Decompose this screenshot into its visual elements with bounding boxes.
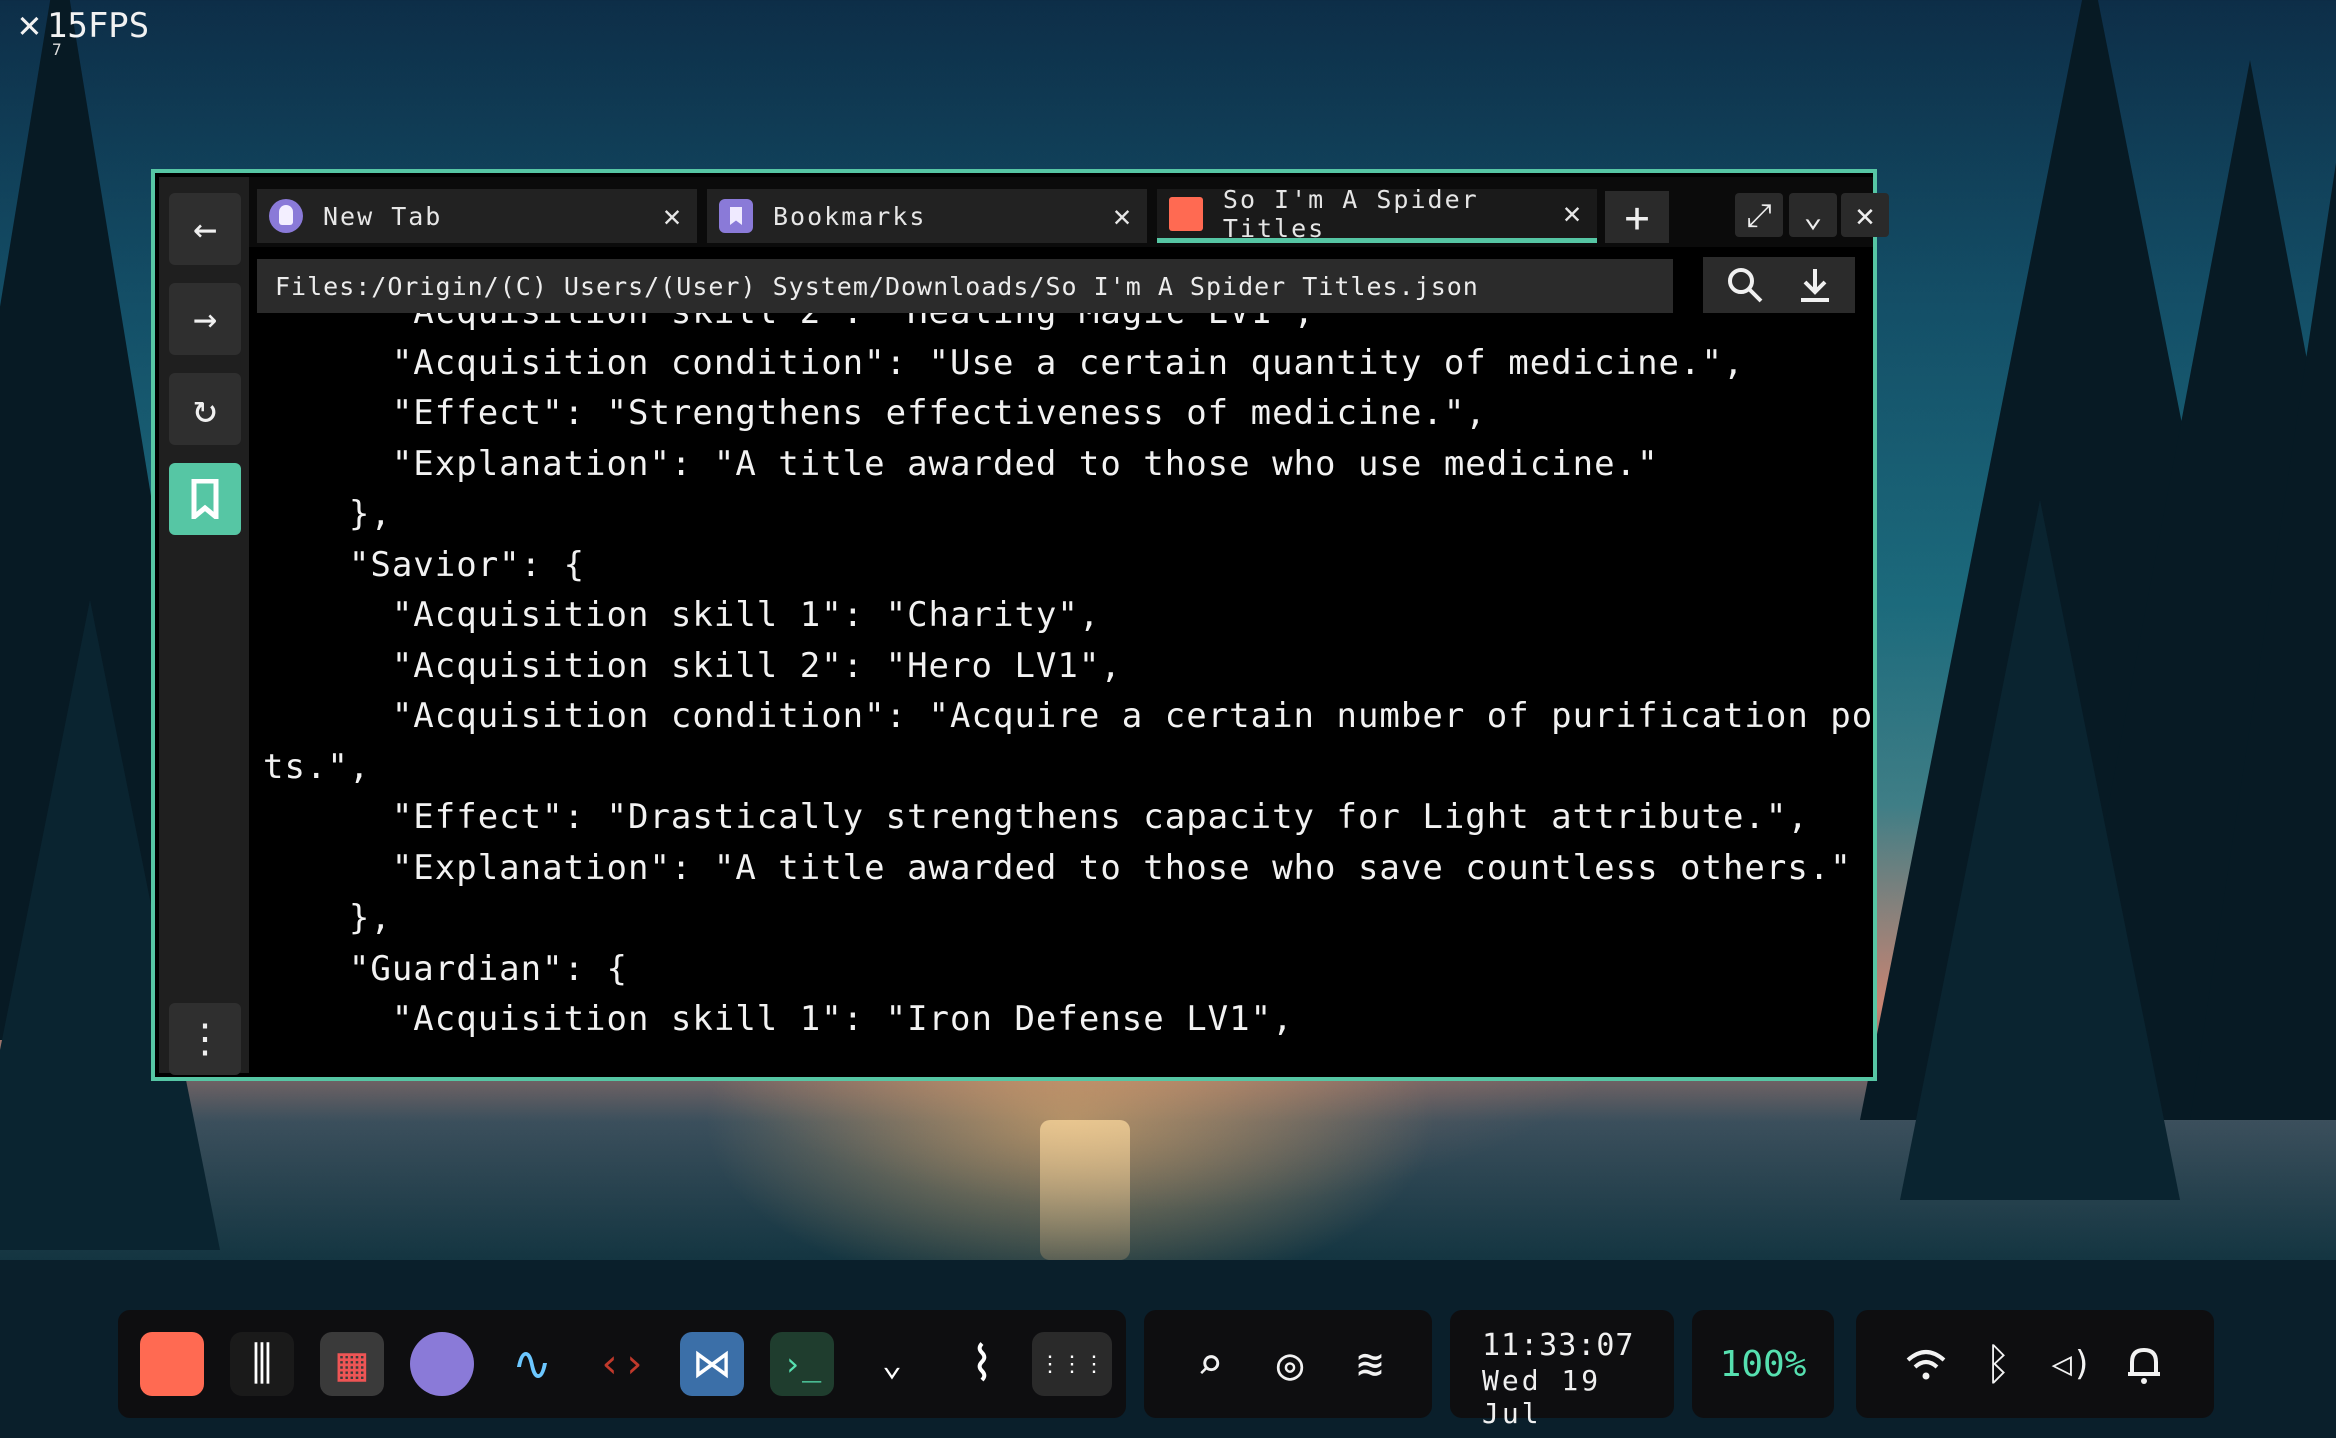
maximize-icon: ⤢: [1746, 195, 1772, 234]
plus-icon: +: [1624, 192, 1650, 242]
content-line: "Effect": "Strengthens effectiveness of …: [263, 393, 1487, 433]
share-icon[interactable]: ⋈: [680, 1332, 744, 1396]
pulse-icon[interactable]: ⌇: [950, 1332, 1014, 1396]
bookmark-button[interactable]: [169, 463, 241, 535]
more-vertical-icon: ⋮: [185, 1016, 225, 1062]
content-line: ts.",: [263, 746, 371, 787]
battery-level: 100%: [1719, 1343, 1807, 1385]
tab-label: New Tab: [323, 201, 443, 231]
bluetooth-icon[interactable]: ᛒ: [1968, 1334, 2028, 1394]
terminal-icon[interactable]: ›_: [770, 1332, 834, 1396]
bookmark-icon: [719, 199, 753, 233]
more-button[interactable]: ⋮: [169, 1003, 241, 1075]
clock-date: Wed 19 Jul: [1482, 1364, 1602, 1430]
tab-label: So I'm A Spider Titles: [1222, 184, 1479, 243]
code-icon[interactable]: ‹›: [590, 1332, 654, 1396]
sidebar: ← → ↻ ⋮: [159, 177, 249, 1075]
dock: ⫼ ▦ ∿ ‹› ⋈ ›_ ⌄ ⌇ ⋮⋮⋮: [118, 1310, 1126, 1418]
content-line: },: [263, 494, 392, 534]
content-line: "Guardian": {: [263, 948, 628, 989]
content-line: "Acquisition skill 2": "Hero LV1",: [263, 645, 1122, 686]
search-icon[interactable]: ⌕: [1180, 1334, 1240, 1394]
back-button[interactable]: ←: [169, 193, 241, 265]
content-line: "Acquisition condition": "Acquire a cert…: [263, 696, 1873, 736]
tab-so-im-a-spider-titles[interactable]: So I'm A Spider Titles ✕: [1157, 185, 1597, 243]
system-tray: ᛒ ◁): [1856, 1310, 2214, 1418]
content-line: },: [263, 898, 392, 938]
files-icon[interactable]: [140, 1332, 204, 1396]
file-icon: [1169, 196, 1203, 231]
calculator-icon[interactable]: ▦: [320, 1332, 384, 1396]
close-icon[interactable]: ✕: [1563, 196, 1583, 231]
battery-panel[interactable]: 100%: [1692, 1310, 1834, 1418]
close-icon[interactable]: ✕: [18, 2, 41, 46]
content-line: "Explanation": "A title awarded to those…: [263, 847, 1852, 888]
bell-icon[interactable]: [2114, 1334, 2174, 1394]
arrow-right-icon: →: [192, 296, 218, 342]
content-lines: "Acquisition skill 2": "Healing Magic LV…: [263, 313, 1873, 1045]
reload-button[interactable]: ↻: [169, 373, 241, 445]
clock-time: 11:33:07: [1482, 1328, 1635, 1363]
purple-app-icon[interactable]: [410, 1332, 474, 1396]
bookmark-icon: [191, 479, 219, 519]
content-line: "Explanation": "A title awarded to those…: [263, 443, 1659, 484]
fps-overlay: ✕ 15FPS 7: [18, 2, 150, 59]
tab-bookmarks[interactable]: Bookmarks ✕: [707, 189, 1147, 243]
address-tools: [1703, 257, 1855, 313]
content-line: "Savior": {: [263, 544, 586, 585]
close-window-button[interactable]: ✕: [1841, 193, 1889, 237]
fps-counter: 15FPS: [46, 6, 150, 46]
new-tab-button[interactable]: +: [1605, 191, 1669, 243]
tab-label: Bookmarks: [773, 201, 927, 231]
layers-icon[interactable]: ≋: [1340, 1334, 1400, 1394]
app-grid-icon[interactable]: ⋮⋮⋮: [1032, 1332, 1112, 1396]
close-icon: ✕: [1855, 196, 1875, 234]
chevron-down-icon[interactable]: ⌄: [860, 1332, 924, 1396]
content-line: "Acquisition skill 2": "Healing Magic LV…: [263, 313, 1873, 338]
close-icon[interactable]: ✕: [1113, 199, 1133, 234]
content-line: "Acquisition skill 1": "Charity",: [263, 595, 1101, 635]
download-icon: [1801, 269, 1829, 302]
spiral-icon[interactable]: ◎: [1260, 1334, 1320, 1394]
search-icon: [1728, 268, 1763, 303]
content-line: "Acquisition skill 1": "Iron Defense LV1…: [263, 999, 1294, 1039]
wifi-icon[interactable]: [1896, 1334, 1956, 1394]
forward-button[interactable]: →: [169, 283, 241, 355]
content-line: "Acquisition condition": "Use a certain …: [263, 342, 1745, 383]
file-content: "Acquisition skill 2": "Healing Magic LV…: [263, 313, 1873, 1073]
quick-tools: ⌕ ◎ ≋: [1144, 1310, 1432, 1418]
fps-sub: 7: [52, 40, 62, 59]
arrow-left-icon: ←: [192, 206, 218, 252]
tab-new-tab[interactable]: New Tab ✕: [257, 189, 697, 243]
purple-app-icon: [269, 199, 303, 233]
maximize-button[interactable]: ⤢: [1735, 193, 1783, 237]
minimize-button[interactable]: ⌄: [1789, 193, 1837, 237]
content-line: "Effect": "Drastically strengthens capac…: [263, 797, 1809, 837]
address-bar[interactable]: Files:/Origin/(C) Users/(User) System/Do…: [257, 259, 1673, 313]
download-button[interactable]: [1787, 263, 1843, 307]
search-button[interactable]: [1717, 263, 1773, 307]
close-icon[interactable]: ✕: [663, 199, 683, 234]
settings-sliders-icon[interactable]: ⫼: [230, 1332, 294, 1396]
reload-icon: ↻: [192, 386, 218, 432]
tab-bar: New Tab ✕ Bookmarks ✕ So I'm A Spider Ti…: [249, 177, 1889, 247]
activity-icon[interactable]: ∿: [500, 1332, 564, 1396]
clock-panel[interactable]: 11:33:07 Wed 19 Jul: [1450, 1310, 1674, 1430]
browser-window: ← → ↻ ⋮ New Tab ✕ Bookmarks ✕ So I'm A S…: [151, 169, 1889, 1081]
chevron-down-icon: ⌄: [1803, 196, 1823, 234]
volume-icon[interactable]: ◁): [2042, 1334, 2102, 1394]
